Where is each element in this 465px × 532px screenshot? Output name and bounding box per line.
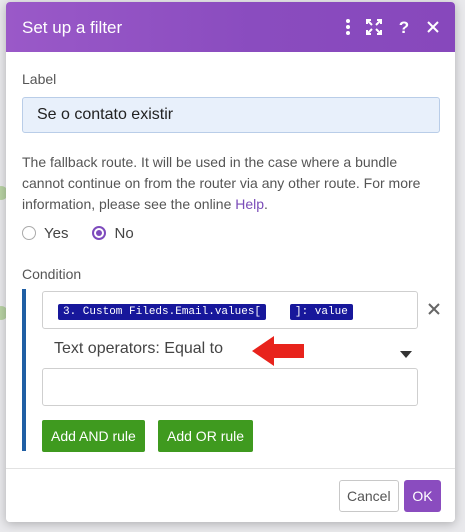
ok-button[interactable]: OK — [404, 480, 441, 512]
fallback-text: The fallback route. It will be used in t… — [22, 154, 421, 212]
dialog-header: Set up a filter ? — [6, 2, 455, 52]
add-or-rule-button[interactable]: Add OR rule — [158, 420, 254, 452]
close-icon[interactable] — [422, 16, 444, 38]
expression-token[interactable]: 3. Custom Fileds.Email.values[ — [58, 304, 267, 320]
remove-condition-icon[interactable] — [426, 301, 442, 317]
svg-text:?: ? — [399, 18, 409, 37]
dialog-footer: Cancel OK — [6, 468, 455, 522]
fallback-no-radio[interactable] — [92, 226, 107, 241]
label-input[interactable]: Se o contato existir — [22, 97, 440, 133]
fallback-no-label: No — [114, 224, 134, 242]
dialog-title: Set up a filter — [22, 18, 123, 37]
cancel-button[interactable]: Cancel — [339, 480, 399, 512]
condition-value-input[interactable] — [42, 368, 418, 406]
operator-select[interactable]: Text operators: Equal to — [42, 336, 412, 364]
expand-icon[interactable] — [363, 16, 385, 38]
label-caption: Label — [22, 71, 57, 87]
annotation-arrow-icon — [250, 333, 306, 369]
condition-caption: Condition — [22, 266, 82, 282]
chevron-down-icon — [400, 346, 412, 358]
condition-expression-field[interactable]: 3. Custom Fileds.Email.values[ ]: value — [42, 291, 418, 329]
add-and-rule-button[interactable]: Add AND rule — [42, 420, 145, 452]
fallback-yes-label: Yes — [44, 224, 69, 242]
operator-value: Text operators: Equal to — [54, 340, 223, 357]
fallback-yes-radio[interactable] — [22, 226, 36, 241]
fallback-radio-group: Yes No — [22, 224, 158, 242]
help-icon[interactable]: ? — [393, 16, 415, 38]
filter-dialog: Set up a filter ? Label Se o contato exi… — [6, 2, 455, 522]
condition-group-bar — [22, 289, 26, 451]
more-vertical-icon[interactable] — [337, 16, 359, 38]
fallback-suffix: . — [264, 196, 268, 212]
fallback-description: The fallback route. It will be used in t… — [22, 152, 442, 215]
help-link[interactable]: Help — [235, 196, 264, 212]
expression-token[interactable]: ]: value — [290, 304, 353, 320]
